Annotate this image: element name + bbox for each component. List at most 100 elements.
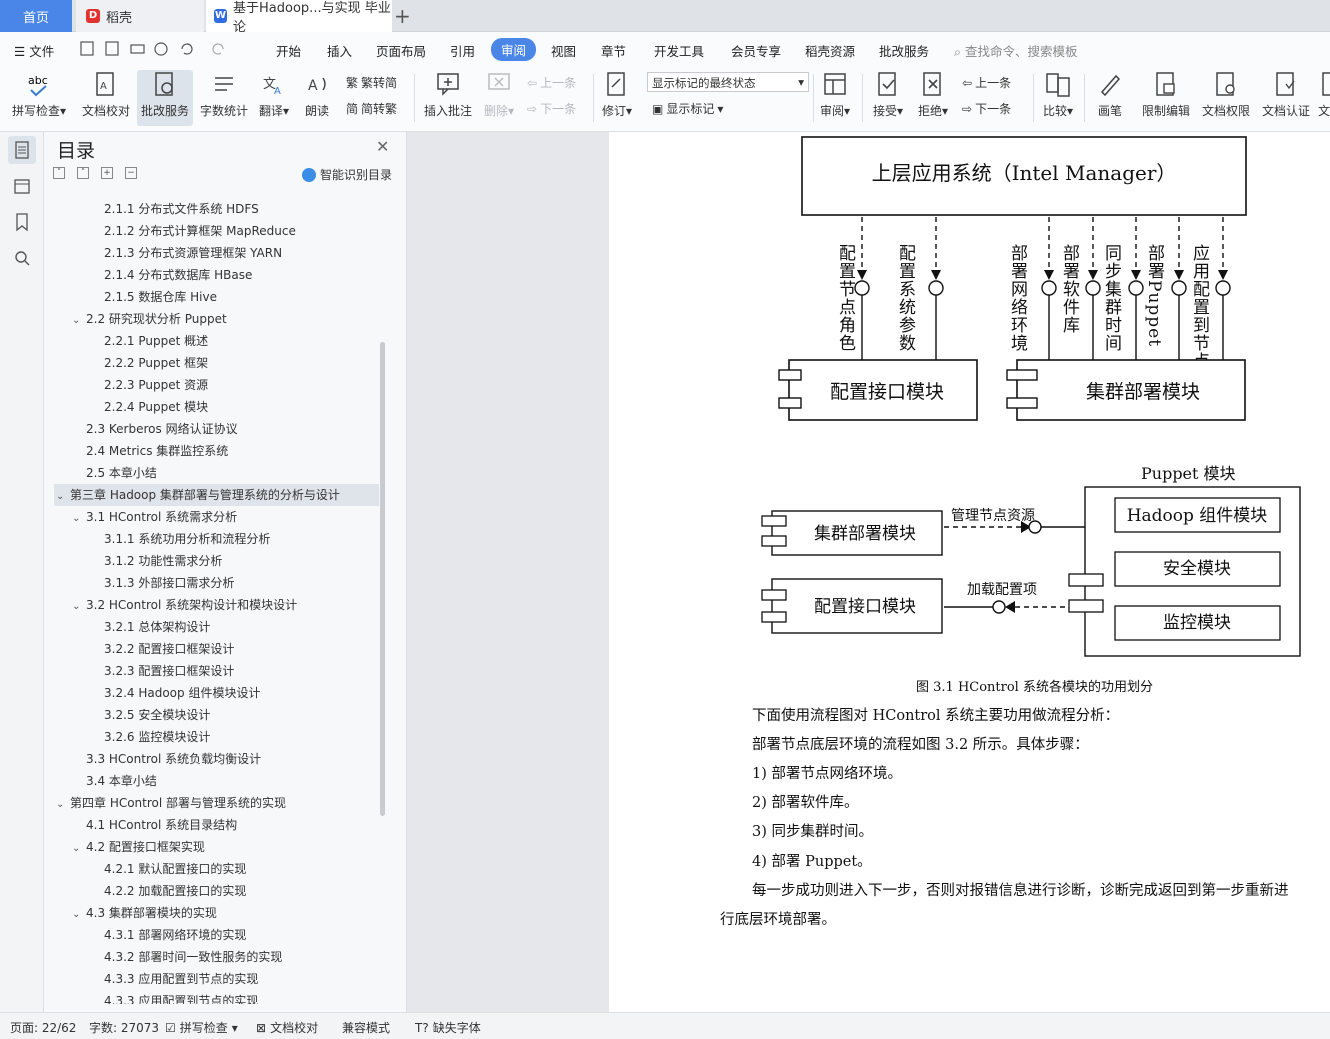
menu-references[interactable]: 引用 (450, 41, 475, 60)
word-count-button[interactable]: 字数统计 (197, 70, 251, 126)
toc-item[interactable]: 4.2.2 加载配置接口的实现 (54, 880, 379, 902)
spell-check-button[interactable]: abc 拼写检查▾ (8, 70, 70, 126)
toc-item[interactable]: 2.3 Kerberos 网络认证协议 (54, 418, 379, 440)
read-aloud-button[interactable]: A 朗读 (300, 70, 334, 126)
more-ribbon-button[interactable]: 文 (1318, 70, 1330, 126)
toc-item[interactable]: 4.3.3 应用配置到节点的实现 (54, 968, 379, 990)
menu-page-layout[interactable]: 页面布局 (376, 41, 426, 60)
insert-comment-button[interactable]: 插入批注 (420, 70, 476, 126)
close-icon[interactable]: ✕ (376, 137, 389, 156)
compare-button[interactable]: 比较▾ (1038, 70, 1078, 126)
toc-item[interactable]: 3.1.2 功能性需求分析 (54, 550, 379, 572)
reject-button[interactable]: 拒绝▾ (914, 70, 952, 126)
toc-item[interactable]: 2.1.1 分布式文件系统 HDFS (54, 198, 379, 220)
tab-daoke[interactable]: D 稻壳 (76, 0, 204, 32)
menu-review[interactable]: 审阅 (491, 38, 537, 61)
menu-member[interactable]: 会员专享 (731, 41, 781, 60)
command-search[interactable]: ⌕ 查找命令、搜索模板 (954, 41, 1078, 60)
toc-item[interactable]: 2.2.2 Puppet 框架 (54, 352, 379, 374)
file-menu[interactable]: ☰ 文件 (14, 41, 54, 60)
toc-nav-button[interactable] (8, 136, 36, 164)
page-indicator[interactable]: 页面: 22/62 (10, 1019, 76, 1036)
chevron-down-icon[interactable]: ⌄ (72, 310, 86, 332)
remove-heading-icon[interactable]: − (125, 167, 137, 179)
menu-daoke-resources[interactable]: 稻壳资源 (805, 41, 855, 60)
smart-toc-button[interactable]: 智能识别目录 (302, 166, 392, 183)
chevron-down-icon[interactable]: ⌄ (72, 838, 86, 860)
toc-item[interactable]: 4.1 HControl 系统目录结构 (54, 814, 379, 836)
next-change-button[interactable]: ⇨ 下一条 (962, 100, 1011, 117)
toc-item[interactable]: 2.1.5 数据仓库 Hive (54, 286, 379, 308)
proofread-button[interactable]: A 文档校对 (78, 70, 134, 126)
status-spell-check[interactable]: ☑ 拼写检查 ▾ (165, 1019, 238, 1036)
chapter-nav-button[interactable] (8, 172, 36, 200)
chevron-down-icon[interactable]: ⌄ (56, 794, 70, 816)
status-proofread[interactable]: ⊠ 文档校对 (256, 1019, 318, 1036)
toc-item[interactable]: 3.1.1 系统功用分析和流程分析 (54, 528, 379, 550)
show-markup-button[interactable]: ▣ 显示标记 ▾ (652, 100, 723, 117)
toc-item[interactable]: 3.1.3 外部接口需求分析 (54, 572, 379, 594)
toc-item[interactable]: 4.3.3 应用配置到节点的实现 (54, 990, 379, 1004)
toc-item[interactable]: 2.2.3 Puppet 资源 (54, 374, 379, 396)
menu-revise-service[interactable]: 批改服务 (879, 41, 929, 60)
toc-item[interactable]: 4.2.1 默认配置接口的实现 (54, 858, 379, 880)
toc-item[interactable]: 3.2.3 配置接口框架设计 (54, 660, 379, 682)
toc-item[interactable]: 3.2.5 安全模块设计 (54, 704, 379, 726)
menu-developer[interactable]: 开发工具 (654, 41, 704, 60)
expand-up-icon[interactable]: ˄ (77, 167, 89, 179)
tab-document[interactable]: W 基于Hadoop...与实现 毕业论 (206, 0, 392, 35)
pen-button[interactable]: 画笔 (1090, 70, 1130, 126)
collapse-all-icon[interactable]: ˅ (53, 167, 65, 179)
toc-item[interactable]: 2.5 本章小结 (54, 462, 379, 484)
new-tab-plus-icon[interactable]: + (394, 4, 411, 28)
toc-item[interactable]: 2.1.4 分布式数据库 HBase (54, 264, 379, 286)
toc-item[interactable]: 3.2.6 监控模块设计 (54, 726, 379, 748)
toc-item[interactable]: 3.2.1 总体架构设计 (54, 616, 379, 638)
next-comment-button[interactable]: ⇨ 下一条 (527, 100, 576, 117)
toc-item[interactable]: ⌄ 4.2 配置接口框架实现 (54, 836, 379, 858)
menu-start[interactable]: 开始 (276, 41, 301, 60)
toc-item[interactable]: ⌄ 4.3 集群部署模块的实现 (54, 902, 379, 924)
chevron-down-icon[interactable]: ⌄ (72, 508, 86, 530)
tab-home[interactable]: 首页 (0, 0, 72, 32)
menu-view[interactable]: 视图 (551, 41, 576, 60)
menu-chapter[interactable]: 章节 (601, 41, 626, 60)
prev-change-button[interactable]: ⇦ 上一条 (962, 74, 1011, 91)
track-changes-button[interactable]: 修订▾ (598, 70, 636, 126)
toc-item[interactable]: ⌄ 3.1 HControl 系统需求分析 (54, 506, 379, 528)
toc-item[interactable]: 2.2.4 Puppet 模块 (54, 396, 379, 418)
restrict-editing-button[interactable]: 限制编辑 (1138, 70, 1194, 126)
accept-button[interactable]: 接受▾ (869, 70, 907, 126)
chevron-down-icon[interactable]: ⌄ (72, 904, 86, 926)
review-pane-button[interactable]: 审阅▾ (816, 70, 854, 126)
toc-item[interactable]: 4.3.2 部署时间一致性服务的实现 (54, 946, 379, 968)
toc-item[interactable]: 2.1.2 分布式计算框架 MapReduce (54, 220, 379, 242)
simp-to-trad-button[interactable]: 简简转繁 (346, 100, 397, 117)
chevron-down-icon[interactable]: ⌄ (56, 486, 70, 508)
toc-item[interactable]: 2.4 Metrics 集群监控系统 (54, 440, 379, 462)
toc-item[interactable]: 4.3.1 部署网络环境的实现 (54, 924, 379, 946)
word-count-indicator[interactable]: 字数: 27073 (89, 1019, 159, 1036)
toc-item[interactable]: ⌄ 2.2 研究现状分析 Puppet (54, 308, 379, 330)
toc-item[interactable]: ⌄ 3.2 HControl 系统架构设计和模块设计 (54, 594, 379, 616)
add-heading-icon[interactable]: + (101, 167, 113, 179)
revise-service-button[interactable]: 批改服务 (137, 70, 193, 126)
doc-cert-button[interactable]: 文档认证 (1258, 70, 1314, 126)
toc-item[interactable]: 3.4 本章小结 (54, 770, 379, 792)
menu-insert[interactable]: 插入 (327, 41, 352, 60)
prev-comment-button[interactable]: ⇦ 上一条 (527, 74, 576, 91)
bookmark-nav-button[interactable] (8, 208, 36, 236)
toc-item[interactable]: ⌄ 第四章 HControl 部署与管理系统的实现 (54, 792, 379, 814)
chevron-down-icon[interactable]: ⌄ (72, 596, 86, 618)
toc-item[interactable]: 2.1.3 分布式资源管理框架 YARN (54, 242, 379, 264)
find-nav-button[interactable] (8, 244, 36, 272)
toc-item[interactable]: ⌄ 第三章 Hadoop 集群部署与管理系统的分析与设计 (54, 484, 379, 506)
missing-font-button[interactable]: T? 缺失字体 (415, 1019, 481, 1036)
toc-scrollbar[interactable] (380, 342, 385, 816)
markup-state-select[interactable]: 显示标记的最终状态 ▾ (647, 72, 809, 92)
toc-item[interactable]: 2.2.1 Puppet 概述 (54, 330, 379, 352)
doc-permission-button[interactable]: 文档权限 (1198, 70, 1254, 126)
translate-button[interactable]: 文A 翻译▾ (256, 70, 292, 126)
toc-item[interactable]: 3.2.4 Hadoop 组件模块设计 (54, 682, 379, 704)
toc-item[interactable]: 3.2.2 配置接口框架设计 (54, 638, 379, 660)
